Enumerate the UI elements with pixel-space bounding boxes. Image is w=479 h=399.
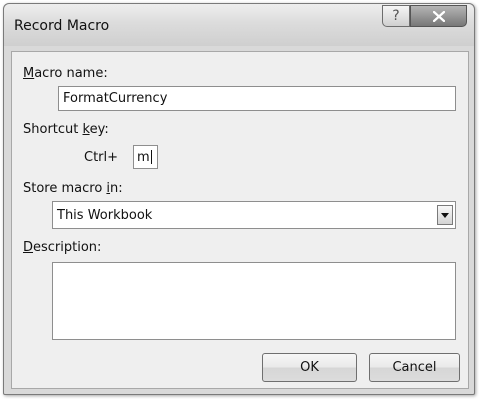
record-macro-dialog: Record Macro ? Macro name: FormatCurrenc…	[3, 3, 475, 395]
dropdown-arrow-icon	[441, 212, 449, 218]
ok-button[interactable]: OK	[262, 353, 357, 382]
close-button[interactable]	[410, 5, 467, 27]
macro-name-value: FormatCurrency	[63, 91, 168, 106]
cancel-button[interactable]: Cancel	[369, 353, 460, 382]
dialog-body: Macro name: FormatCurrency Shortcut key:…	[11, 51, 469, 389]
store-macro-select[interactable]: This Workbook	[52, 201, 456, 229]
store-macro-label: Store macro in:	[23, 181, 123, 196]
shortcut-key-label: Shortcut key:	[23, 122, 109, 137]
cancel-button-label: Cancel	[392, 360, 437, 375]
dialog-title: Record Macro	[14, 18, 110, 34]
shortcut-key-input[interactable]: m	[133, 145, 158, 169]
ctrl-prefix-label: Ctrl+	[84, 150, 119, 165]
macro-name-input[interactable]: FormatCurrency	[58, 86, 456, 111]
shortcut-key-value: m	[137, 149, 150, 165]
help-icon: ?	[392, 8, 400, 24]
macro-name-label: Macro name:	[23, 66, 108, 81]
close-icon	[432, 10, 445, 22]
dropdown-button[interactable]	[437, 205, 453, 225]
description-textarea[interactable]	[52, 262, 456, 340]
title-bar[interactable]: Record Macro ?	[4, 4, 474, 46]
help-button[interactable]: ?	[382, 5, 410, 27]
ok-button-label: OK	[300, 360, 319, 375]
store-macro-value: This Workbook	[57, 207, 153, 223]
description-label: Description:	[23, 240, 102, 255]
text-caret	[150, 150, 152, 164]
